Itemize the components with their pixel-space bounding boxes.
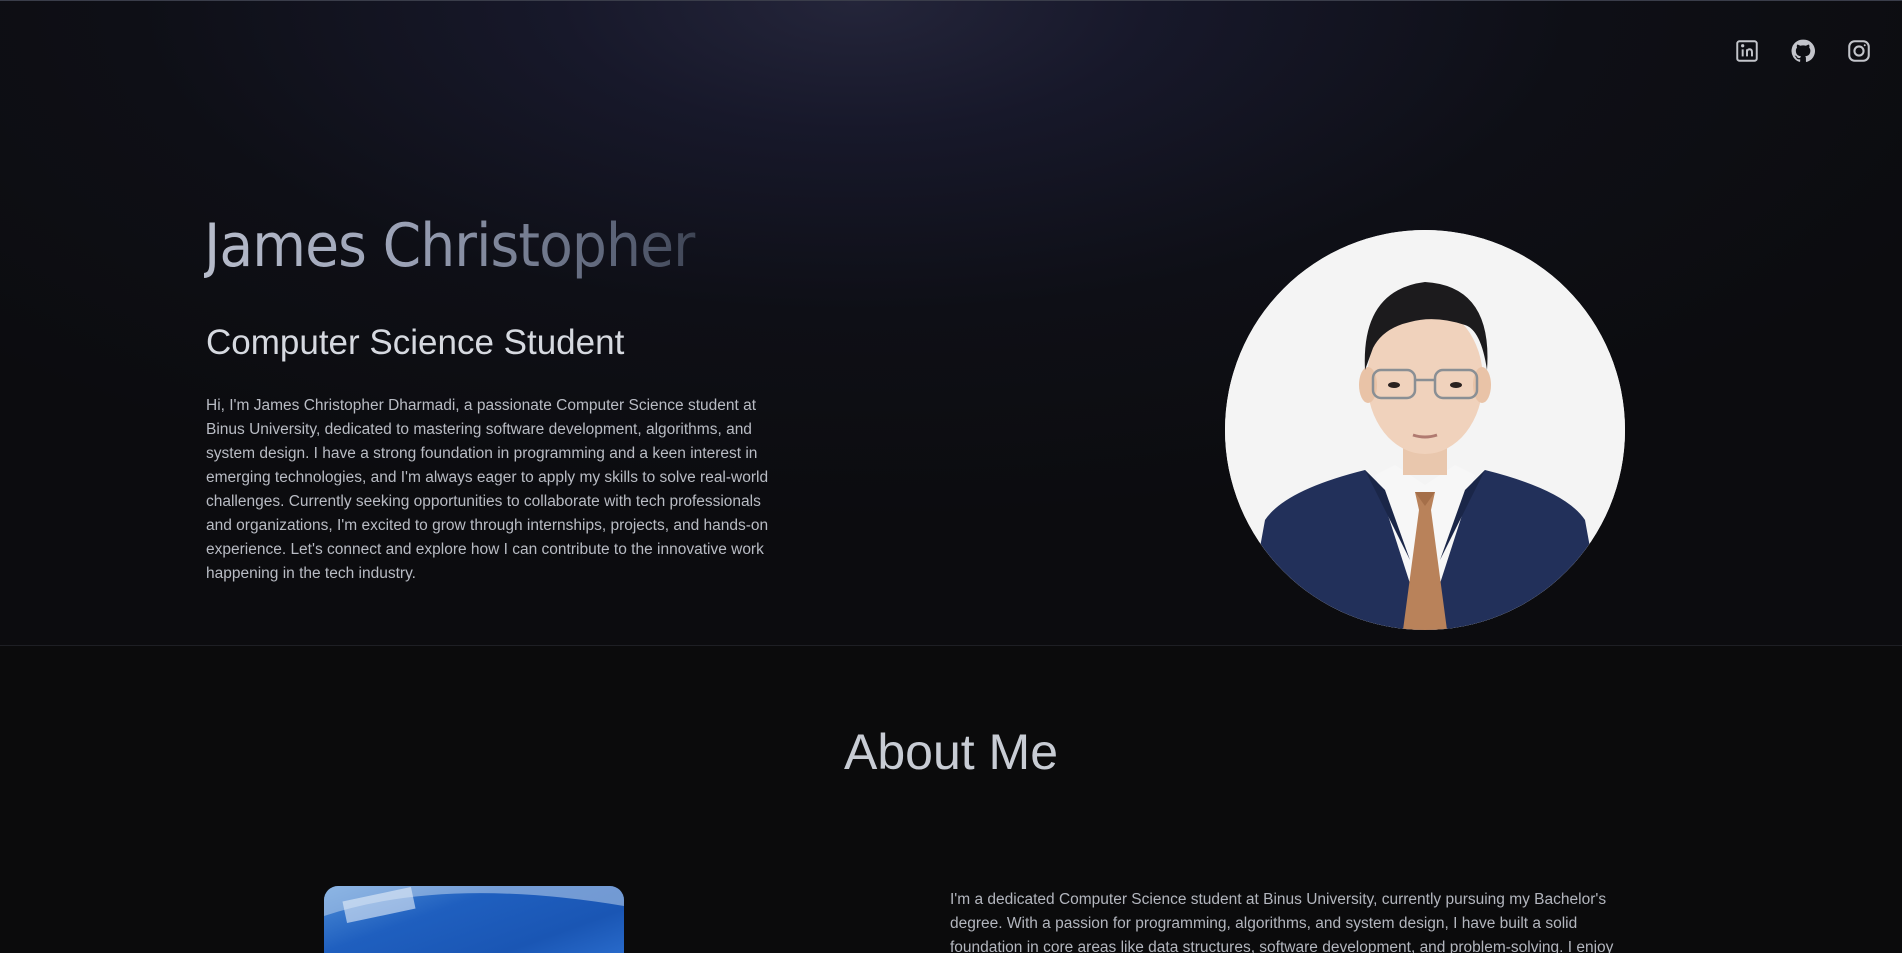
profile-photo: [1225, 230, 1625, 630]
linkedin-link[interactable]: [1732, 36, 1762, 66]
hero-section: James Christopher Computer Science Stude…: [0, 0, 1902, 646]
about-photo: [324, 886, 624, 953]
instagram-icon: [1848, 40, 1870, 62]
linkedin-icon: [1736, 40, 1758, 62]
hero-name: James Christopher: [204, 211, 696, 281]
instagram-link[interactable]: [1844, 36, 1874, 66]
about-title: About Me: [843, 724, 1058, 780]
about-text: I'm a dedicated Computer Science student…: [950, 891, 1614, 953]
social-links: [1732, 36, 1874, 66]
github-icon: [1791, 39, 1816, 62]
hero-bio: Hi, I'm James Christopher Dharmadi, a pa…: [206, 397, 769, 582]
github-link[interactable]: [1788, 36, 1818, 66]
hero-subtitle: Computer Science Student: [206, 323, 625, 362]
